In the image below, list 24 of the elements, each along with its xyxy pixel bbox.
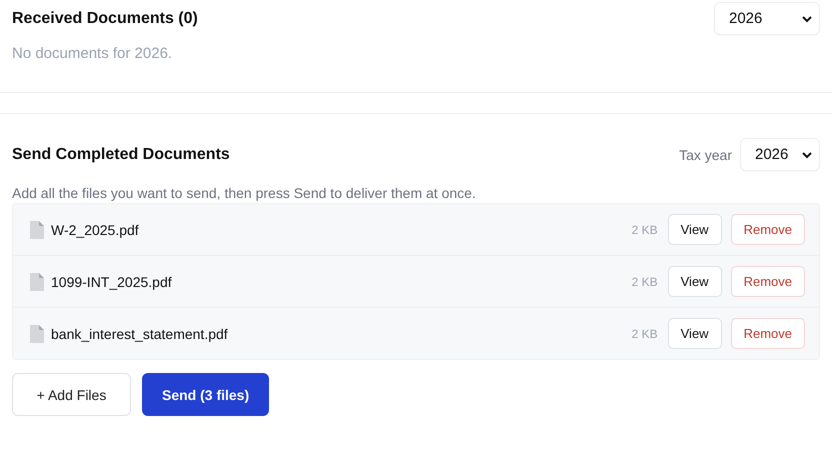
- add-files-button[interactable]: + Add Files: [12, 373, 131, 416]
- empty-message: No documents for 2026.: [12, 45, 174, 62]
- tax-year-label: Tax year: [679, 146, 732, 162]
- remove-button[interactable]: Remove: [730, 214, 805, 245]
- view-button[interactable]: View: [668, 214, 722, 245]
- year-select[interactable]: 2026: [714, 2, 820, 35]
- instructions-text: Add all the files you want to send, then press Send to deliver them at once.: [12, 185, 477, 201]
- remove-button[interactable]: Remove: [730, 266, 805, 297]
- file-icon: [29, 272, 45, 292]
- file-size: 2 KB: [632, 222, 658, 236]
- section-title: Send Completed Documents: [12, 146, 230, 164]
- view-button[interactable]: View: [668, 318, 722, 349]
- remove-button[interactable]: Remove: [730, 318, 805, 349]
- file-icon: [29, 324, 45, 344]
- section-title: Received Documents (0): [12, 10, 198, 28]
- file-name: 1099-INT_2025.pdf: [51, 274, 173, 290]
- view-button[interactable]: View: [668, 266, 722, 297]
- send-button[interactable]: Send (3 files): [142, 373, 270, 416]
- file-name: W-2_2025.pdf: [51, 222, 140, 238]
- file-size: 2 KB: [632, 326, 658, 340]
- tax-year-select[interactable]: 2026: [740, 138, 820, 171]
- file-size: 2 KB: [632, 274, 658, 288]
- file-name: bank_interest_statement.pdf: [51, 326, 229, 342]
- file-icon: [29, 220, 45, 240]
